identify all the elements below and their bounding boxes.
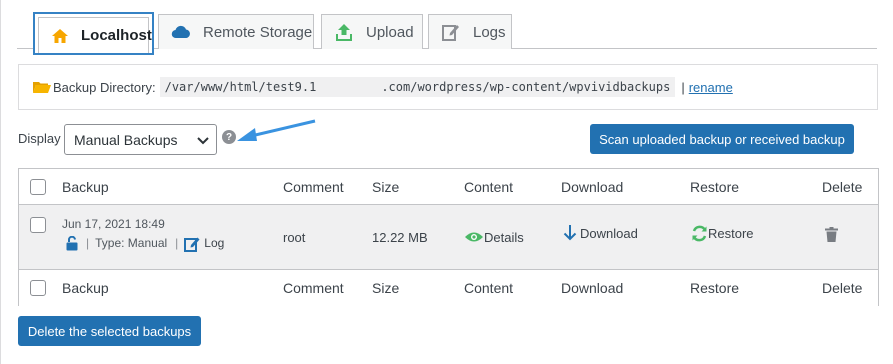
separator: | [681,79,685,95]
table-row: Jun 17, 2021 18:49 | Type: Manual | Log … [19,205,878,270]
backup-date: Jun 17, 2021 18:49 [62,217,165,231]
column-header-delete: Delete [822,178,863,195]
column-footer-content: Content [464,280,514,296]
backup-size: 12.22 MB [372,229,428,245]
backup-directory-label: Backup Directory: [53,79,156,95]
edit-icon [441,22,461,42]
chevron-down-icon [196,133,210,150]
restore-label: Restore [708,225,754,241]
pointer-arrow-icon [233,118,319,147]
table-footer-row: Backup Comment Size Content Download Res… [19,270,878,306]
backup-comment: root [283,229,306,245]
separator: | [175,236,179,250]
column-footer-delete: Delete [822,280,863,296]
eye-icon [465,232,483,242]
column-header-restore: Restore [690,178,740,195]
row-checkbox[interactable] [30,217,46,233]
folder-icon [33,80,51,94]
backup-directory-path: /var/www/html/test9.1 .com/wordpress/wp-… [159,77,676,97]
tab-remote-storage-label: Remote Storage [203,23,313,41]
column-header-backup: Backup [62,178,109,195]
log-icon[interactable] [184,236,200,252]
column-header-size: Size [372,178,400,195]
backups-table: Backup Comment Size Content Download Res… [18,168,879,306]
cloud-icon [171,22,191,42]
scan-uploaded-backup-button[interactable]: Scan uploaded backup or received backup [590,124,854,154]
tab-remote-storage[interactable]: Remote Storage [158,14,314,49]
restore-icon [692,225,707,241]
table-header-row: Backup Comment Size Content Download Res… [19,169,878,205]
column-footer-download: Download [561,280,624,296]
column-header-content: Content [464,178,514,195]
home-icon [51,26,69,46]
select-all-checkbox-footer[interactable] [30,280,46,296]
column-header-download: Download [561,178,624,195]
backup-directory-bar: Backup Directory: /var/www/html/test9.1 … [18,64,878,110]
tab-logs-label: Logs [473,23,506,41]
separator: | [86,236,90,250]
column-footer-size: Size [372,280,400,296]
wpvivid-backup-panel: Localhost Remote Storage Upload Logs Bac [0,0,893,364]
display-label: Display [18,131,61,146]
download-label: Download [580,225,638,241]
restore-link[interactable]: Restore [691,201,754,265]
tab-localhost-label: Localhost [81,27,152,44]
select-all-checkbox[interactable] [30,178,46,195]
tab-upload-label: Upload [366,23,414,41]
download-arrow-icon [563,225,577,241]
tab-bar: Localhost Remote Storage Upload Logs [17,12,877,55]
upload-icon [334,22,354,42]
tab-localhost[interactable]: Localhost [33,12,154,55]
log-link[interactable]: Log [204,235,224,252]
download-link[interactable]: Download [563,201,638,265]
tab-logs[interactable]: Logs [428,14,512,49]
backup-info: Jun 17, 2021 18:49 | Type: Manual | Log [62,216,224,252]
rename-link[interactable]: rename [689,80,733,95]
tab-upload[interactable]: Upload [321,14,423,49]
column-footer-backup: Backup [62,280,109,296]
unlock-icon[interactable] [66,236,78,251]
column-footer-restore: Restore [690,280,740,296]
display-select-value: Manual Backups [74,131,178,148]
trash-icon[interactable] [825,227,838,245]
content-details-link[interactable]: Details [464,205,524,269]
backup-type: Type: Manual [95,236,168,250]
display-select[interactable]: Manual Backups [64,124,217,155]
column-header-comment: Comment [283,178,344,195]
column-footer-comment: Comment [283,280,344,296]
delete-selected-backups-button[interactable]: Delete the selected backups [18,316,201,346]
content-details-label: Details [484,229,524,245]
